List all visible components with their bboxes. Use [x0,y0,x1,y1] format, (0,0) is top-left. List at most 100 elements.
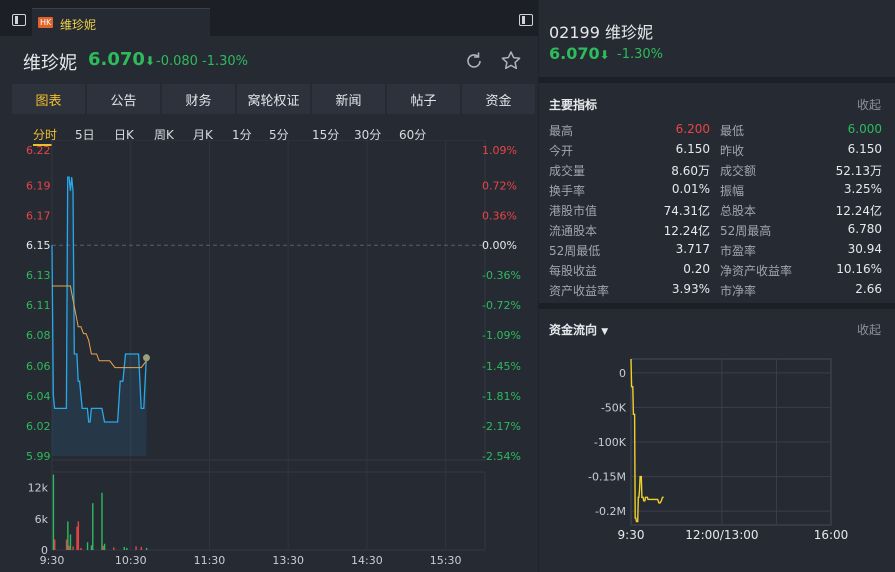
nav-tab[interactable]: 资金 [462,84,535,114]
star-icon[interactable] [500,50,522,72]
metric-label: 52周最高 [720,224,772,238]
x-tick-label: 9:30 [40,554,65,567]
metric-value: 10.16% [836,262,882,276]
tab-bar: HK 维珍妮 [0,0,538,37]
metric-value: 30.94 [847,242,882,256]
divider [539,303,895,309]
fund-flow-collapse-button[interactable]: 收起 [857,321,881,338]
market-badge: HK [38,17,54,28]
nav-tab[interactable]: 公告 [87,84,160,114]
metric-cell: 成交量 8.60万 [549,162,710,178]
volume-plot-area [51,471,486,551]
metric-cell: 52周最低 3.717 [549,242,710,258]
section-tabs: 图表 公告 财务 窝轮权证 新闻 帖子 资金 [12,84,535,114]
y-tick-label: 6.06 [26,360,51,373]
flow-y-tick-label: -50K [601,401,627,414]
nav-tab[interactable]: 新闻 [312,84,385,114]
caret-down-icon: ▼ [601,327,609,337]
intraday-chart[interactable]: 6.22 1.09% 6.19 0.72% 6.17 0.36% 6.15 0.00% 6.13… [0,140,538,572]
metric-cell: 总股本 12.24亿 [720,202,882,218]
pct-tick-label: 0.72% [482,179,517,192]
volume-bar [54,539,56,550]
metric-value: 6.780 [847,222,882,236]
volume-bar [80,547,82,550]
metric-value: 3.717 [675,242,710,256]
metric-cell: 最高 6.200 [549,122,710,138]
refresh-icon[interactable] [463,50,485,72]
metric-label: 港股市值 [549,204,598,218]
volume-bar [102,545,104,550]
tab-stock[interactable]: HK 维珍妮 [32,8,210,37]
volume-bar [65,539,68,550]
volume-bar [86,542,89,550]
metric-cell: 港股市值 74.31亿 [549,202,710,218]
metric-value: 6.150 [847,142,882,156]
nav-tab[interactable]: 窝轮权证 [237,84,310,114]
metric-label: 净资产收益率 [720,264,793,278]
volume-bar [92,503,94,550]
stock-price: 6.070⬇ [88,49,155,70]
volume-tick-label: 12k [28,482,49,495]
volume-bar [140,546,143,550]
metric-cell: 资产收益率 3.93% [549,282,710,298]
y-tick-label: 5.99 [26,450,51,463]
divider [539,77,895,83]
price-change: -0.080 [156,54,198,69]
nav-tab[interactable]: 图表 [12,84,85,114]
pct-tick-label: -1.81% [482,390,521,403]
detail-panel: 02199 维珍妮 6.070⬇ -1.30% 主要指标 收起 最高 6.200 最… [539,0,895,572]
volume-bar [77,521,80,550]
metric-cell: 每股收益 0.20 [549,262,710,278]
metric-label: 市净率 [720,284,757,298]
detail-change-pct: -1.30% [617,47,663,62]
key-metrics-collapse-button[interactable]: 收起 [857,96,881,113]
flow-y-tick-label: -0.15M [588,471,626,484]
x-tick-label: 15:30 [430,554,462,567]
pct-tick-label: 1.09% [482,144,517,157]
flow-y-tick-label: 0 [619,367,626,380]
metric-value: 0.20 [683,262,710,276]
quote-panel: HK 维珍妮 维珍妮 6.070⬇ -0.080 -1.30% 图表 公告 财务 窝轮… [0,0,538,572]
nav-tab[interactable]: 财务 [162,84,235,114]
volume-bar [126,547,128,550]
metric-value: 2.66 [855,282,882,296]
volume-bar [135,546,137,550]
y-tick-label: 6.19 [26,179,51,192]
metric-label: 今开 [549,144,574,158]
metric-label: 最高 [549,124,574,138]
flow-x-tick-label: 12:00/13:00 [685,528,758,542]
pct-tick-label: 0.36% [482,209,517,222]
toggle-right-panel-icon[interactable] [519,14,533,26]
y-tick-label: 6.04 [26,390,51,403]
volume-bar [76,526,78,550]
metric-cell: 换手率 0.01% [549,182,710,198]
metric-label: 52周最低 [549,244,601,258]
detail-price: 6.070⬇ [549,44,610,63]
pct-tick-label: -1.09% [482,329,521,342]
metric-cell: 市净率 2.66 [720,282,882,298]
flow-x-tick-label: 16:00 [814,528,849,542]
metric-value: 6.150 [675,142,710,156]
flow-y-tick-label: -0.2M [595,505,626,518]
pct-tick-label: -1.45% [482,360,521,373]
volume-bar [67,521,69,550]
x-tick-label: 11:30 [194,554,226,567]
volume-bar [113,547,115,550]
last-price-dot [142,354,150,362]
fund-flow-title[interactable]: 资金流向 ▼ [549,321,608,338]
metric-label: 振幅 [720,184,745,198]
volume-bar [103,543,106,550]
flow-y-tick-label: -100K [594,436,627,449]
metric-cell: 今开 6.150 [549,142,710,158]
metric-cell: 流通股本 12.24亿 [549,222,710,238]
volume-bar [145,547,148,550]
price-change-pct: -1.30% [202,54,248,69]
toggle-left-panel-icon[interactable] [12,14,26,26]
metric-cell: 市盈率 30.94 [720,242,882,258]
x-tick-label: 10:30 [115,554,147,567]
volume-bar [101,492,103,550]
metric-value: 12.24亿 [663,224,710,238]
volume-tick-label: 6k [35,513,49,526]
nav-tab[interactable]: 帖子 [387,84,460,114]
y-tick-label: 6.22 [26,144,51,157]
